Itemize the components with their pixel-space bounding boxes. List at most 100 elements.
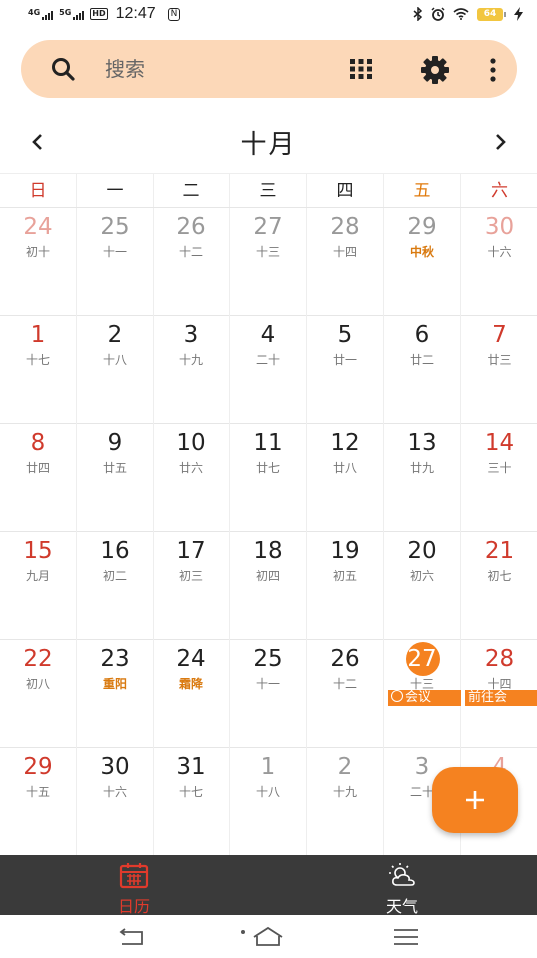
day-lunar-date: 廿六 <box>178 461 203 475</box>
bottom-nav: 日历 天气 <box>0 855 537 916</box>
gear-icon[interactable] <box>420 55 450 85</box>
alarm-icon <box>431 7 445 21</box>
grid-icon[interactable] <box>348 57 374 81</box>
day-number: 28 <box>330 214 360 240</box>
day-number: 24 <box>23 214 53 240</box>
search-input[interactable] <box>105 56 305 82</box>
calendar-grid: 29十五30十六31十七1十八2十九3二十4廿一22初八23重阳24霜降25十一… <box>0 207 537 856</box>
day-number: 26 <box>176 214 206 240</box>
status-right: 64 <box>413 7 523 21</box>
day-cell[interactable]: 27 十三 <box>230 208 307 316</box>
tab-weather[interactable]: 天气 <box>268 855 536 916</box>
day-cell[interactable]: 7 廿三 <box>461 316 537 424</box>
day-cell[interactable]: 9 廿五 <box>77 424 154 532</box>
back-icon[interactable] <box>112 923 152 951</box>
tab-weather-label: 天气 <box>385 897 418 916</box>
day-cell[interactable]: 30 十六 <box>77 748 154 856</box>
day-lunar-date: 廿二 <box>409 353 434 367</box>
plus-icon <box>466 791 484 809</box>
day-lunar-date: 十七 <box>25 353 50 367</box>
day-cell[interactable]: 24 初十 <box>0 208 77 316</box>
day-cell[interactable]: 30 十六 <box>461 208 537 316</box>
day-cell[interactable]: 12 廿八 <box>307 424 384 532</box>
day-festival: 霜降 <box>178 677 203 691</box>
day-lunar-date: 十四 <box>332 245 357 259</box>
day-cell[interactable]: 20 初六 <box>384 532 461 640</box>
day-lunar-date: 廿五 <box>102 461 127 475</box>
signal-label-2: 5G <box>59 8 72 17</box>
day-cell[interactable]: 1 十八 <box>230 748 307 856</box>
wifi-icon <box>453 8 469 20</box>
day-cell[interactable]: 18 初四 <box>230 532 307 640</box>
day-cell[interactable]: 6 廿二 <box>384 316 461 424</box>
day-cell[interactable]: 26 十二 <box>153 208 230 316</box>
day-cell[interactable]: 14 三十 <box>461 424 537 532</box>
weekday-sun: 日 <box>0 174 77 208</box>
day-cell[interactable]: 21 初七 <box>461 532 537 640</box>
day-number: 8 <box>30 430 46 456</box>
day-cell[interactable]: 5 廿一 <box>307 316 384 424</box>
day-cell[interactable]: 2 十九 <box>307 748 384 856</box>
day-cell[interactable]: 13 廿九 <box>384 424 461 532</box>
status-bar: 4G 5G HD 12:47 N 64 <box>0 0 537 28</box>
next-month-button[interactable] <box>482 124 518 160</box>
day-cell[interactable]: 26 十二 <box>307 640 384 748</box>
day-number: 16 <box>100 538 130 564</box>
day-number: 27 <box>253 214 283 240</box>
day-lunar-date: 二十 <box>255 353 280 367</box>
day-lunar-date: 十八 <box>255 785 280 799</box>
status-time: 12:47 <box>115 5 156 22</box>
weekday-sat: 六 <box>491 181 508 201</box>
day-cell[interactable]: 3 十九 <box>153 316 230 424</box>
day-cell[interactable]: 28 十四 <box>307 208 384 316</box>
day-cell[interactable]: 29 十五 <box>0 748 77 856</box>
day-number: 1 <box>260 754 276 780</box>
day-cell[interactable]: 25 十一 <box>77 208 154 316</box>
day-cell[interactable]: 25 十一 <box>230 640 307 748</box>
day-cell[interactable]: 19 初五 <box>307 532 384 640</box>
day-cell[interactable]: 23 重阳 <box>77 640 154 748</box>
day-cell[interactable]: 24 霜降 <box>153 640 230 748</box>
status-left: 4G 5G HD 12:47 N <box>28 5 181 23</box>
day-lunar-date: 廿三 <box>487 353 512 367</box>
nfc-icon: N <box>167 7 181 21</box>
day-cell[interactable]: 11 廿七 <box>230 424 307 532</box>
event-tag-go-to-meeting[interactable]: 前往会 <box>465 690 537 706</box>
day-number: 6 <box>414 322 430 348</box>
day-lunar-date: 初七 <box>487 569 512 583</box>
more-vertical-icon[interactable] <box>487 57 499 83</box>
day-cell[interactable]: 10 廿六 <box>153 424 230 532</box>
day-cell[interactable]: 2 十八 <box>77 316 154 424</box>
hd-icon: HD <box>90 8 108 20</box>
add-event-button[interactable] <box>432 767 518 833</box>
day-lunar-date: 初三 <box>178 569 203 583</box>
day-cell[interactable]: 4 二十 <box>230 316 307 424</box>
event-label: 会议 <box>405 690 432 705</box>
day-cell[interactable]: 22 初八 <box>0 640 77 748</box>
menu-icon[interactable] <box>386 923 426 951</box>
day-cell[interactable]: 31 十七 <box>153 748 230 856</box>
event-tag-meeting[interactable]: 会议 <box>388 690 461 706</box>
day-number: 30 <box>484 214 515 240</box>
day-number: 5 <box>337 322 353 348</box>
check-circle-icon <box>391 690 403 702</box>
day-number: 13 <box>407 430 437 456</box>
search-icon[interactable] <box>50 56 76 82</box>
day-lunar-date: 十八 <box>102 353 127 367</box>
day-number: 30 <box>100 754 130 780</box>
day-lunar-date: 初四 <box>255 569 280 583</box>
home-icon[interactable] <box>240 923 292 951</box>
week-row: 8 廿四 9 廿五 10 廿六 11 廿七 12 廿八 13 廿九 14 三十 <box>0 423 537 532</box>
day-lunar-date: 廿四 <box>25 461 50 475</box>
day-cell[interactable]: 16 初二 <box>77 532 154 640</box>
day-cell[interactable]: 1 十七 <box>0 316 77 424</box>
day-lunar-date: 三十 <box>487 461 512 475</box>
tab-calendar[interactable]: 日历 <box>0 855 268 916</box>
day-cell[interactable]: 8 廿四 <box>0 424 77 532</box>
day-cell[interactable]: 17 初三 <box>153 532 230 640</box>
day-lunar-date: 十二 <box>178 245 203 259</box>
day-cell[interactable]: 29 中秋 <box>384 208 461 316</box>
weekday-header: 日 一 二 三 四 五 六 <box>0 173 537 208</box>
search-bar[interactable] <box>21 40 517 98</box>
day-cell[interactable]: 15 九月 <box>0 532 77 640</box>
